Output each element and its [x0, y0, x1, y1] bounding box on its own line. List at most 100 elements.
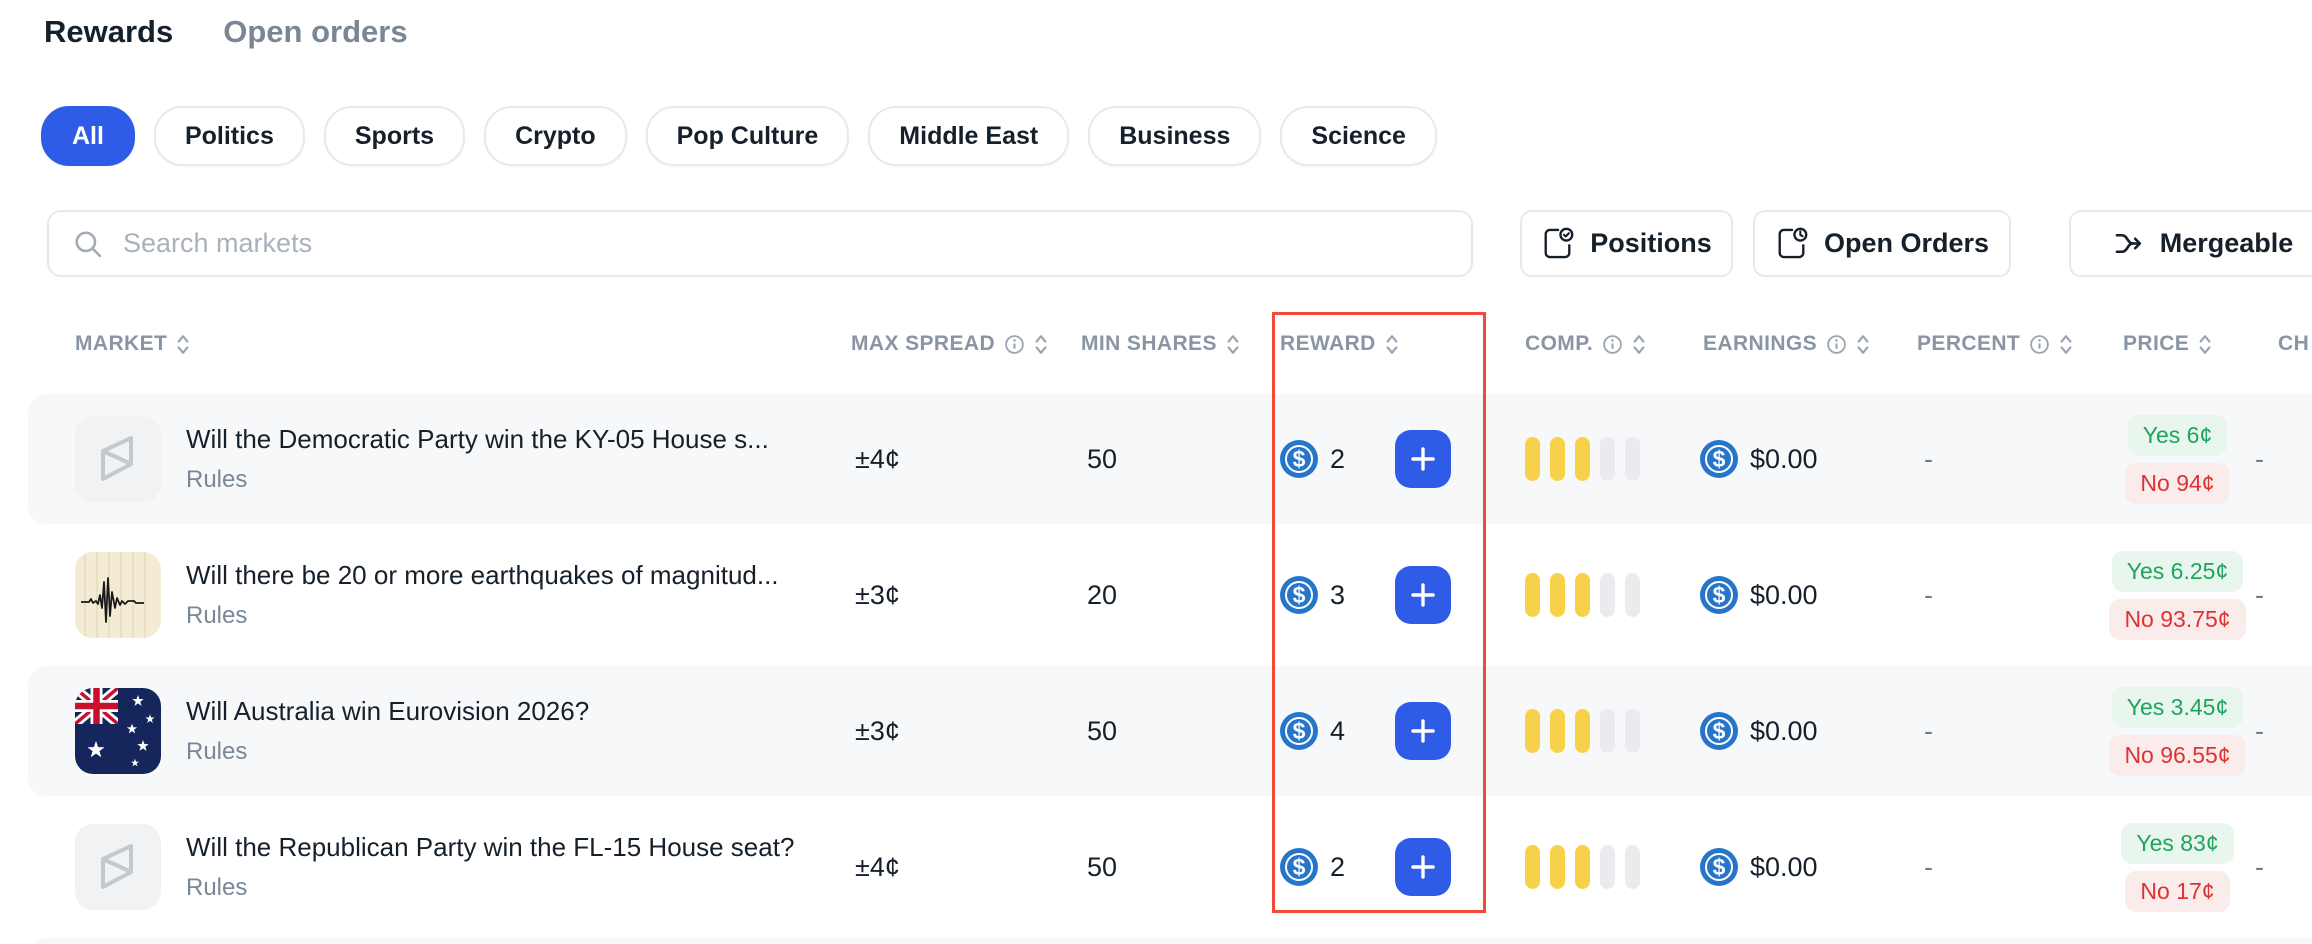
comp-bar: [1575, 845, 1590, 889]
comp-bar: [1600, 709, 1615, 753]
filter-chip-politics[interactable]: Politics: [154, 106, 305, 166]
add-liquidity-button[interactable]: [1395, 430, 1451, 488]
plus-icon: [1408, 580, 1438, 610]
positions-button[interactable]: Positions: [1520, 210, 1733, 277]
yes-price-badge[interactable]: Yes 3.45¢: [2112, 687, 2243, 728]
col-reward[interactable]: REWARD: [1272, 332, 1486, 356]
percent-value: -: [1910, 580, 2110, 611]
info-icon[interactable]: [2029, 334, 2050, 355]
sort-icon[interactable]: [2198, 333, 2212, 356]
earnings-cell: $0.00: [1695, 576, 1910, 614]
sort-icon[interactable]: [1385, 333, 1399, 356]
rules-link[interactable]: Rules: [186, 466, 769, 494]
filter-chip-all[interactable]: All: [41, 106, 135, 166]
table-row[interactable]: Will the Democratic Party win the KY-05 …: [28, 394, 2312, 524]
market-title[interactable]: Will the Democratic Party win the KY-05 …: [186, 424, 769, 455]
price-cell: Yes 6¢ No 94¢: [2110, 415, 2245, 504]
sort-icon[interactable]: [1632, 333, 1646, 356]
yes-price-badge[interactable]: Yes 83¢: [2121, 823, 2233, 864]
filter-chip-business[interactable]: Business: [1088, 106, 1261, 166]
plus-icon: [1408, 716, 1438, 746]
table-row[interactable]: Will the Republican Party win the FL-15 …: [28, 802, 2312, 932]
merge-icon: [2111, 227, 2144, 260]
market-title[interactable]: Will Australia win Eurovision 2026?: [186, 696, 589, 727]
col-min-shares[interactable]: MIN SHARES: [1075, 332, 1272, 356]
price-cell: Yes 3.45¢ No 96.55¢: [2110, 687, 2245, 776]
col-percent[interactable]: PERCENT: [1910, 332, 2110, 356]
tab-open-orders[interactable]: Open orders: [223, 14, 407, 50]
info-icon[interactable]: [1602, 334, 1623, 355]
max-spread-value: ±4¢: [845, 444, 1075, 475]
min-shares-value: 20: [1075, 580, 1272, 611]
no-price-badge[interactable]: No 93.75¢: [2109, 599, 2245, 640]
search-box[interactable]: [47, 210, 1473, 277]
reward-cell: 4: [1272, 702, 1486, 760]
col-price[interactable]: PRICE: [2110, 332, 2245, 356]
change-value: -: [2245, 852, 2312, 883]
earnings-cell: $0.00: [1695, 440, 1910, 478]
info-icon[interactable]: [1004, 334, 1025, 355]
comp-bar: [1575, 437, 1590, 481]
earnings-cell: $0.00: [1695, 712, 1910, 750]
no-price-badge[interactable]: No 96.55¢: [2109, 735, 2245, 776]
add-liquidity-button[interactable]: [1395, 838, 1451, 896]
sort-icon[interactable]: [2059, 333, 2073, 356]
yes-price-badge[interactable]: Yes 6.25¢: [2112, 551, 2243, 592]
earnings-value: $0.00: [1750, 852, 1818, 883]
filter-chip-middle-east[interactable]: Middle East: [868, 106, 1069, 166]
add-liquidity-button[interactable]: [1395, 566, 1451, 624]
price-cell: Yes 83¢ No 17¢: [2110, 823, 2245, 912]
yes-price-badge[interactable]: Yes 6¢: [2128, 415, 2228, 456]
comp-bar: [1550, 709, 1565, 753]
table-row[interactable]: Will there be 20 or more earthquakes of …: [28, 530, 2312, 660]
rules-link[interactable]: Rules: [186, 738, 589, 766]
sort-icon[interactable]: [1034, 333, 1048, 356]
filter-chip-crypto[interactable]: Crypto: [484, 106, 627, 166]
earnings-value: $0.00: [1750, 716, 1818, 747]
usdc-icon: [1700, 576, 1738, 614]
australia-flag-image: [75, 688, 161, 774]
comp-bar: [1575, 573, 1590, 617]
mergeable-button[interactable]: Mergeable: [2069, 210, 2312, 277]
comp-bar: [1550, 573, 1565, 617]
sort-icon[interactable]: [1856, 333, 1870, 356]
col-comp[interactable]: COMP.: [1486, 332, 1695, 356]
col-market[interactable]: MARKET: [28, 332, 845, 356]
min-shares-value: 50: [1075, 852, 1272, 883]
rewards-page: Rewards Open orders All Politics Sports …: [0, 0, 2312, 944]
rules-link[interactable]: Rules: [186, 874, 794, 902]
reward-value: 2: [1330, 444, 1345, 475]
percent-value: -: [1910, 444, 2110, 475]
table-row-partial[interactable]: [28, 938, 2312, 944]
min-shares-value: 50: [1075, 716, 1272, 747]
earnings-cell: $0.00: [1695, 848, 1910, 886]
rules-link[interactable]: Rules: [186, 602, 779, 630]
market-cell: Will there be 20 or more earthquakes of …: [28, 552, 845, 638]
no-price-badge[interactable]: No 17¢: [2125, 871, 2229, 912]
tab-rewards[interactable]: Rewards: [44, 14, 173, 50]
filter-chip-sports[interactable]: Sports: [324, 106, 465, 166]
reward-value: 4: [1330, 716, 1345, 747]
col-change[interactable]: CH: [2245, 332, 2312, 356]
sort-icon[interactable]: [176, 333, 190, 356]
comp-bar: [1550, 437, 1565, 481]
market-title[interactable]: Will there be 20 or more earthquakes of …: [186, 560, 779, 591]
col-earnings[interactable]: EARNINGS: [1695, 332, 1910, 356]
no-price-badge[interactable]: No 94¢: [2125, 463, 2229, 504]
percent-value: -: [1910, 716, 2110, 747]
col-max-spread[interactable]: MAX SPREAD: [845, 332, 1075, 356]
sort-icon[interactable]: [1226, 333, 1240, 356]
market-title[interactable]: Will the Republican Party win the FL-15 …: [186, 832, 794, 863]
table-row[interactable]: Will Australia win Eurovision 2026? Rules…: [28, 666, 2312, 796]
add-liquidity-button[interactable]: [1395, 702, 1451, 760]
search-input[interactable]: [121, 227, 1447, 260]
positions-label: Positions: [1590, 228, 1712, 259]
earnings-value: $0.00: [1750, 444, 1818, 475]
plus-icon: [1408, 444, 1438, 474]
reward-cell: 2: [1272, 838, 1486, 896]
image-placeholder-icon: [75, 824, 161, 910]
info-icon[interactable]: [1826, 334, 1847, 355]
open-orders-button[interactable]: Open Orders: [1753, 210, 2011, 277]
filter-chip-science[interactable]: Science: [1280, 106, 1437, 166]
filter-chip-pop-culture[interactable]: Pop Culture: [646, 106, 850, 166]
